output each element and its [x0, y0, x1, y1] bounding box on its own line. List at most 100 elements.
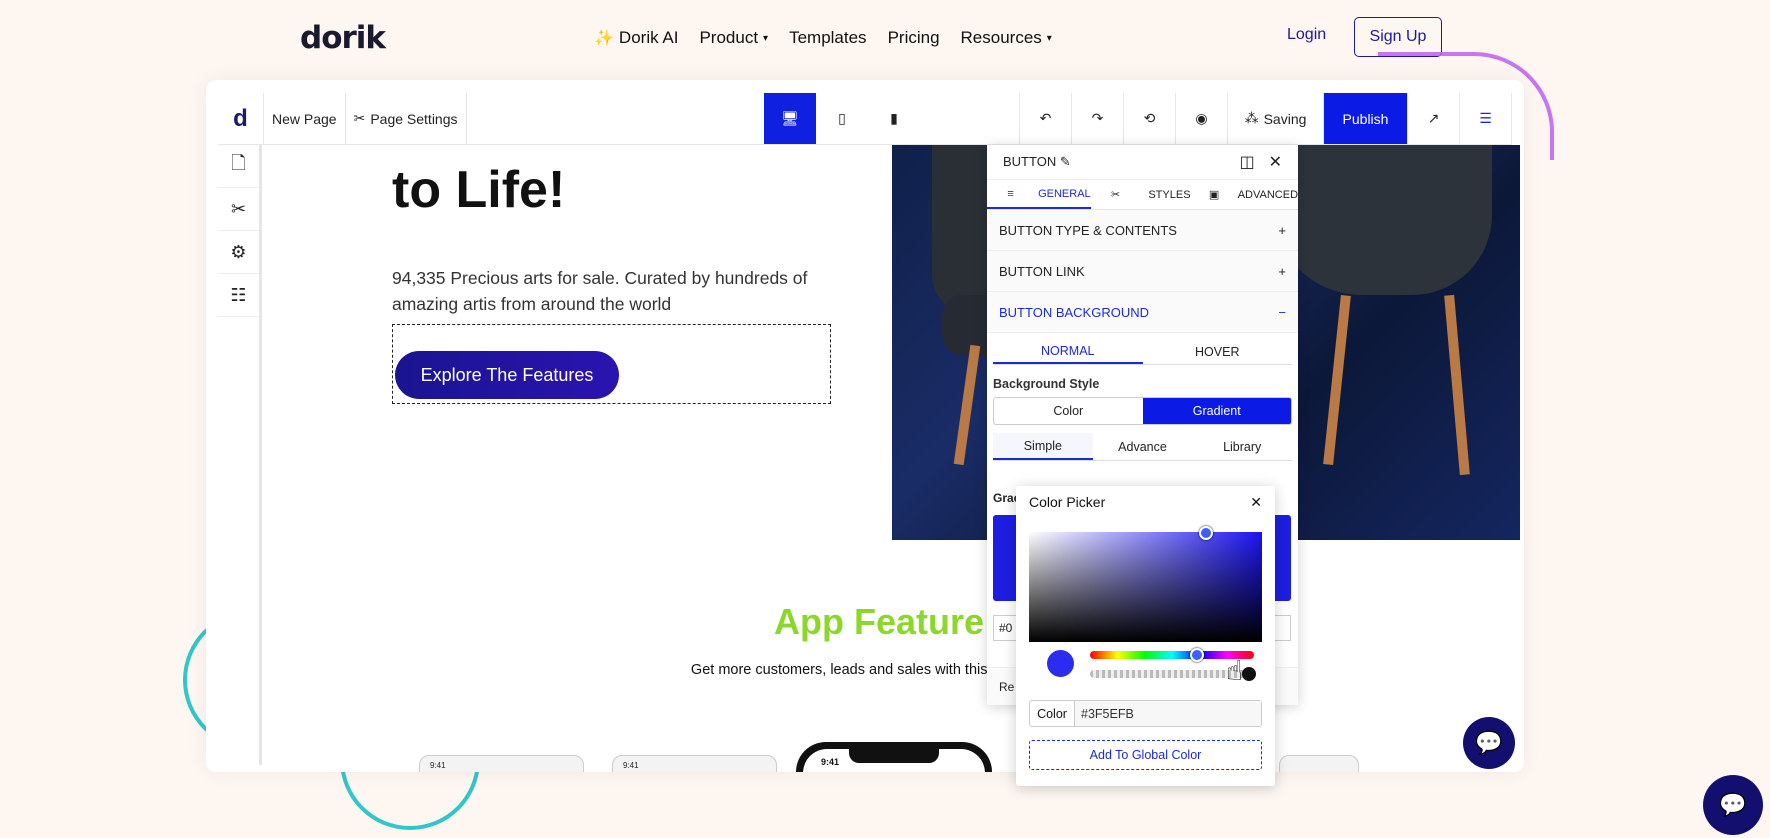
- phone-notch: [849, 749, 939, 763]
- hue-handle[interactable]: [1190, 648, 1204, 662]
- panel-title: BUTTON ✎: [1003, 154, 1071, 169]
- close-icon[interactable]: ✕: [1269, 152, 1282, 172]
- gears-icon: ⚙: [230, 241, 247, 262]
- desktop-view-button[interactable]: 🖥: [764, 93, 816, 144]
- advanced-icon: ▣: [1208, 189, 1220, 201]
- saturation-area[interactable]: [1029, 526, 1262, 642]
- tree-icon: ☷: [230, 284, 247, 305]
- open-external-button[interactable]: ↗: [1408, 93, 1460, 144]
- picker-header: Color Picker ✕: [1016, 486, 1275, 518]
- explore-features-button[interactable]: Explore The Features: [395, 351, 619, 399]
- main-nav: ✨ Dorik AI Product ▾ Templates Pricing Res…: [594, 28, 1052, 48]
- nav-templates[interactable]: Templates: [789, 28, 866, 48]
- dorik-logo[interactable]: dorik: [300, 20, 386, 56]
- page-name-button[interactable]: New Page: [264, 93, 346, 144]
- chair-leg: [1444, 294, 1470, 476]
- tools-icon: ✂: [353, 110, 366, 126]
- desktop-icon: 🖥: [781, 110, 799, 126]
- chair-leg: [953, 344, 981, 466]
- menu-button[interactable]: ☰: [1460, 93, 1512, 144]
- redo-icon: ↷: [1091, 110, 1104, 126]
- page-canvas[interactable]: to Life! 94,335 Precious arts for sale. …: [265, 145, 1524, 772]
- color-picker-popover: Color Picker ✕ ☝ Color #3F5EFB Add To Gl…: [1016, 486, 1275, 786]
- chat-icon: 💬: [1475, 730, 1503, 755]
- dock-icon[interactable]: ◫: [1239, 152, 1254, 172]
- eye-icon: ◉: [1195, 110, 1208, 126]
- tab-simple[interactable]: Simple: [993, 433, 1093, 460]
- nav-product[interactable]: Product ▾: [699, 28, 768, 48]
- saving-status: ⁂ Saving: [1228, 93, 1324, 144]
- login-link[interactable]: Login: [1287, 26, 1326, 44]
- option-gradient[interactable]: Gradient: [1142, 398, 1291, 424]
- tab-library[interactable]: Library: [1192, 433, 1292, 460]
- hamburger-icon: ☰: [1479, 110, 1492, 126]
- phone-mockup-main: 9:41: [796, 742, 992, 772]
- tab-hover[interactable]: HOVER: [1143, 339, 1293, 364]
- tablet-view-button[interactable]: ▯: [816, 93, 868, 144]
- color-preview-swatch: [1047, 650, 1074, 677]
- builder-window: d New Page ✂ Page Settings 🖥 ▯ ▮ ↶ ↷ ⟲ ◉ …: [206, 80, 1524, 772]
- tab-advance[interactable]: Advance: [1093, 433, 1193, 460]
- chat-button[interactable]: 💬: [1703, 775, 1763, 835]
- panel-header: BUTTON ✎ ◫ ✕: [987, 145, 1298, 180]
- color-input-row: Color #3F5EFB: [1029, 700, 1262, 727]
- tablet-icon: ▯: [838, 110, 846, 126]
- section-button-background[interactable]: BUTTON BACKGROUND −: [987, 292, 1298, 333]
- chat-icon: 💬: [1719, 792, 1747, 817]
- alpha-handle[interactable]: [1242, 667, 1256, 681]
- saturation-handle[interactable]: [1199, 526, 1213, 540]
- phone-screen: 9:41: [803, 749, 985, 772]
- nav-dorik-ai[interactable]: ✨ Dorik AI: [594, 28, 678, 48]
- hero-subtitle[interactable]: 94,335 Precious arts for sale. Curated b…: [392, 265, 812, 317]
- publish-button[interactable]: Publish: [1324, 93, 1408, 144]
- pencil-icon[interactable]: ✎: [1060, 154, 1071, 169]
- preview-button[interactable]: ◉: [1176, 93, 1228, 144]
- undo-icon: ↶: [1039, 110, 1052, 126]
- toolbar-gap: [920, 93, 1020, 144]
- tab-advanced[interactable]: ▣ ADVANCED: [1194, 180, 1298, 209]
- chair-shape: [1272, 145, 1492, 295]
- chevron-down-icon: ▾: [763, 32, 769, 44]
- chair-leg: [1323, 294, 1351, 466]
- tools-icon: ✂: [230, 198, 247, 219]
- undo-button[interactable]: ↶: [1020, 93, 1072, 144]
- spinner-icon: ⁂: [1244, 110, 1259, 126]
- picker-title: Color Picker: [1029, 494, 1106, 510]
- mobile-view-button[interactable]: ▮: [868, 93, 920, 144]
- hero-title[interactable]: to Life!: [392, 160, 565, 220]
- chat-button[interactable]: 💬: [1463, 717, 1515, 769]
- navigator-button[interactable]: ☷: [218, 274, 259, 317]
- panel-tabs: ≡ GENERAL ✂ STYLES ▣ ADVANCED: [987, 180, 1298, 210]
- settings-button[interactable]: ⚙: [218, 231, 259, 274]
- tab-general[interactable]: ≡ GENERAL: [987, 180, 1091, 209]
- pages-button[interactable]: 🗋: [218, 145, 259, 188]
- list-icon: ≡: [1007, 187, 1014, 200]
- redo-button[interactable]: ↷: [1072, 93, 1124, 144]
- option-color[interactable]: Color: [994, 398, 1143, 424]
- color-hex-input[interactable]: #3F5EFB: [1075, 701, 1261, 726]
- app-features-heading[interactable]: App Feature: [774, 601, 984, 643]
- nav-resources[interactable]: Resources ▾: [961, 28, 1052, 48]
- phone-mockup: 9:41: [419, 755, 584, 772]
- section-button-link[interactable]: BUTTON LINK +: [987, 251, 1298, 292]
- history-button[interactable]: ⟲: [1124, 93, 1176, 144]
- nav-pricing[interactable]: Pricing: [888, 28, 940, 48]
- page-settings-button[interactable]: ✂ Page Settings: [346, 93, 467, 144]
- tools-icon: ✂: [1110, 189, 1121, 201]
- builder-logo-icon[interactable]: d: [218, 93, 264, 144]
- phone-mockup: 9:41: [612, 755, 777, 772]
- add-global-color-button[interactable]: Add To Global Color: [1029, 740, 1262, 770]
- tab-normal[interactable]: NORMAL: [993, 339, 1143, 364]
- selected-button-wrapper[interactable]: Explore The Features: [392, 324, 831, 404]
- background-style-toggle: Color Gradient: [993, 397, 1292, 425]
- sparkle-icon: ✨: [594, 30, 614, 47]
- close-icon[interactable]: ✕: [1250, 494, 1262, 511]
- state-tabs: NORMAL HOVER: [993, 339, 1292, 365]
- tab-styles[interactable]: ✂ STYLES: [1091, 180, 1195, 209]
- section-button-type[interactable]: BUTTON TYPE & CONTENTS +: [987, 210, 1298, 251]
- history-icon: ⟲: [1143, 110, 1156, 126]
- signup-button[interactable]: Sign Up: [1354, 17, 1442, 57]
- page-icon: 🗋: [231, 153, 246, 173]
- plus-icon: +: [1278, 222, 1286, 238]
- design-button[interactable]: ✂: [218, 188, 259, 231]
